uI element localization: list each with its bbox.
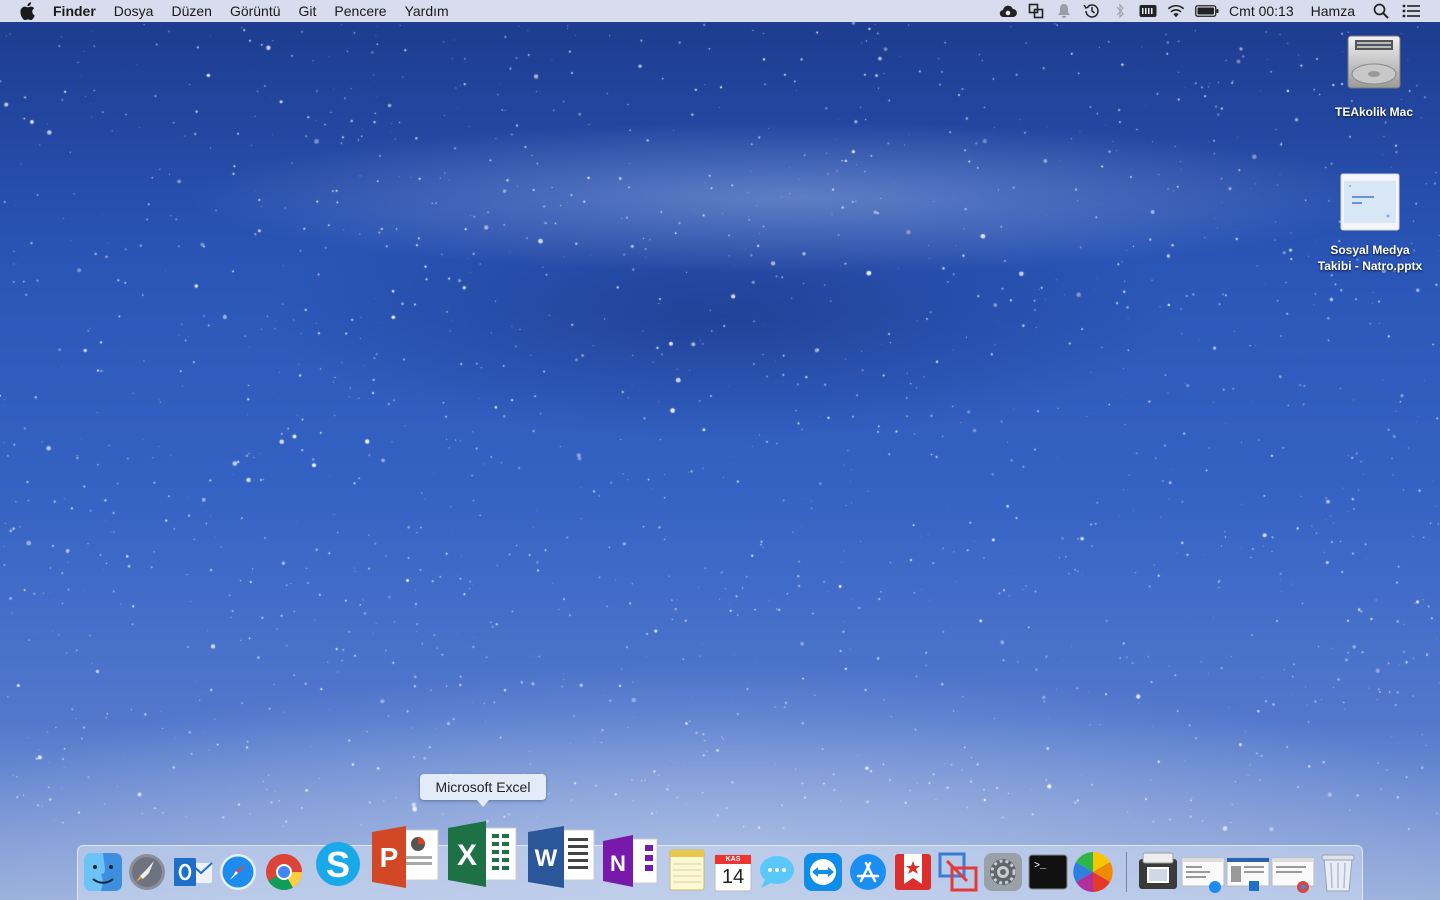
dock-parallels-icon[interactable] — [935, 849, 981, 895]
menu-bar: Finder Dosya Düzen Görüntü Git Pencere Y… — [0, 0, 1440, 22]
dock-trash-icon[interactable] — [1315, 849, 1361, 895]
dock-chrome-window-icon[interactable] — [1270, 849, 1316, 895]
desktop-icon-label-line1: Sosyal Medya — [1330, 243, 1410, 257]
menu-duzen[interactable]: Düzen — [171, 3, 211, 19]
calendar-day-text: 14 — [721, 866, 745, 888]
dock-tooltip: Microsoft Excel — [420, 774, 546, 807]
dock-color-picker-icon[interactable] — [1070, 849, 1116, 895]
desktop-icon-hard-drive[interactable]: TEAkolik Mac — [1322, 28, 1426, 120]
svg-text:X: X — [457, 839, 477, 872]
sync-icon[interactable] — [1027, 2, 1045, 20]
pptx-thumbnail-icon — [1340, 172, 1400, 232]
dock-teamviewer-icon[interactable] — [800, 849, 846, 895]
svg-text:P: P — [380, 842, 399, 873]
dock-launchpad-icon[interactable] — [124, 849, 170, 895]
desktop-icon-label-line2: Takibi - Natro.pptx — [1317, 259, 1423, 273]
creative-cloud-icon[interactable] — [999, 2, 1017, 20]
menubar-clock[interactable]: Cmt 00:13 — [1229, 3, 1294, 19]
dock-wunderlist-icon[interactable] — [890, 849, 936, 895]
keyboard-input-icon[interactable] — [1139, 2, 1157, 20]
time-machine-icon[interactable] — [1083, 2, 1101, 20]
dock-calendar-icon[interactable]: KAS 14 — [710, 849, 756, 895]
menu-git[interactable]: Git — [299, 3, 317, 19]
notification-center-icon[interactable] — [1402, 2, 1420, 20]
dock-skype-icon[interactable]: S — [314, 838, 362, 890]
menubar-user[interactable]: Hamza — [1311, 3, 1355, 19]
dock-excel-icon[interactable]: X — [446, 818, 518, 890]
dock-terminal-icon[interactable]: >_ — [1025, 849, 1071, 895]
dock-messages-icon[interactable] — [755, 849, 801, 895]
menu-goruntu[interactable]: Görüntü — [230, 3, 281, 19]
menu-pencere[interactable]: Pencere — [334, 3, 386, 19]
svg-text:W: W — [535, 845, 558, 872]
desktop-icon-label: TEAkolik Mac — [1334, 105, 1414, 119]
battery-icon[interactable] — [1195, 2, 1219, 20]
dock-image-capture-icon[interactable] — [1135, 849, 1181, 895]
dock-app-store-icon[interactable] — [845, 849, 891, 895]
bluetooth-icon[interactable] — [1111, 2, 1129, 20]
dock-system-preferences-icon[interactable] — [980, 849, 1026, 895]
menu-app-finder[interactable]: Finder — [53, 3, 96, 19]
dock-finder-icon[interactable] — [80, 849, 126, 895]
dock-outlook-window-icon[interactable] — [1225, 849, 1271, 895]
menu-yardim[interactable]: Yardım — [405, 3, 449, 19]
dock-safari-window-icon[interactable] — [1180, 849, 1226, 895]
dock-word-icon[interactable]: W — [526, 824, 596, 890]
notification-bell-icon[interactable] — [1055, 2, 1073, 20]
dock-powerpoint-icon[interactable]: P — [370, 822, 440, 890]
dock-separator — [1126, 852, 1127, 892]
desktop-icon-pptx-file[interactable]: Sosyal Medya Takibi - Natro.pptx — [1306, 170, 1434, 274]
wifi-icon[interactable] — [1167, 2, 1185, 20]
dock-chrome-icon[interactable] — [261, 849, 307, 895]
dock-notes-icon[interactable] — [664, 846, 710, 892]
dock-outlook-icon[interactable] — [170, 849, 216, 895]
menu-dosya[interactable]: Dosya — [114, 3, 154, 19]
svg-text:N: N — [610, 851, 626, 876]
hard-drive-icon — [1345, 32, 1403, 92]
apple-menu-icon[interactable] — [19, 0, 37, 22]
spotlight-search-icon[interactable] — [1372, 2, 1390, 20]
calendar-month-text: KAS — [725, 856, 741, 863]
svg-text:>_: >_ — [1034, 861, 1047, 872]
svg-text:S: S — [326, 844, 350, 885]
dock-onenote-icon[interactable]: N — [601, 833, 659, 889]
dock-safari-icon[interactable] — [215, 849, 261, 895]
